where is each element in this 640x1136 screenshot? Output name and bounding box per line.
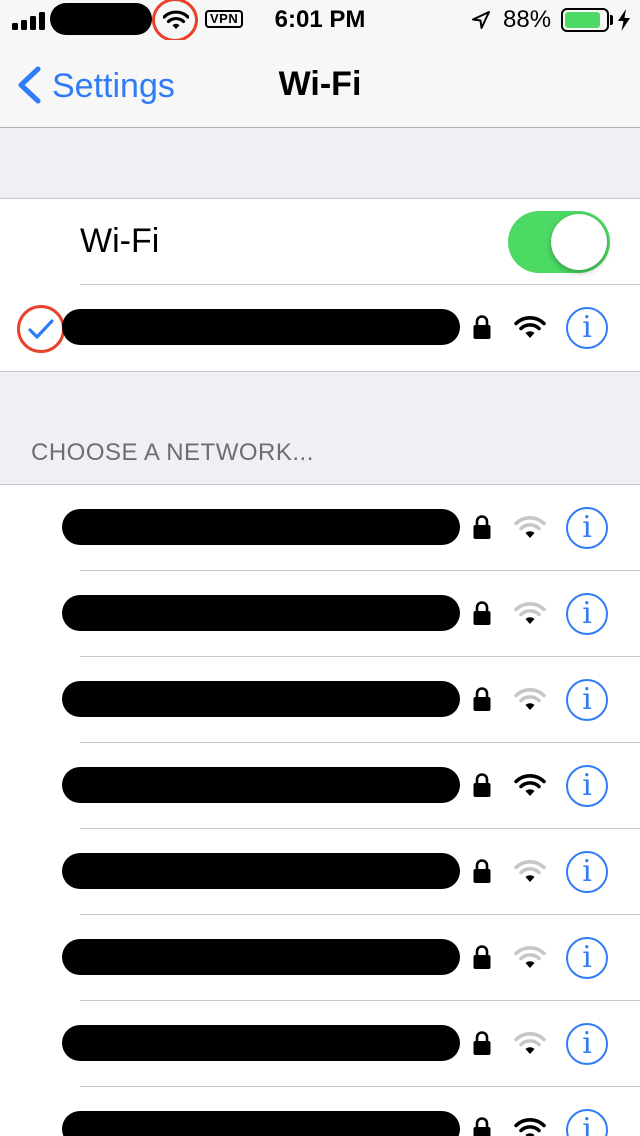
info-button[interactable]: i [566, 593, 608, 635]
choose-network-header: CHOOSE A NETWORK... [31, 439, 314, 466]
network-row[interactable]: i [0, 743, 640, 829]
wifi-signal-icon [514, 774, 546, 796]
wifi-settings-screen: VPN 6:01 PM 88% Settings Wi-Fi Wi-Fi i C… [0, 0, 640, 1136]
network-name-redacted [62, 853, 460, 889]
lock-icon [473, 1117, 491, 1136]
lock-icon [473, 601, 491, 625]
network-name-redacted [62, 767, 460, 803]
wifi-signal-icon [514, 602, 546, 624]
network-name-redacted [62, 309, 460, 345]
battery-icon [561, 8, 609, 32]
info-button[interactable]: i [566, 507, 608, 549]
info-button[interactable]: i [566, 851, 608, 893]
lock-icon [473, 315, 491, 339]
lock-icon [473, 859, 491, 883]
info-button[interactable]: i [566, 1109, 608, 1136]
lock-icon [473, 773, 491, 797]
info-button[interactable]: i [566, 1023, 608, 1065]
wifi-signal-icon [514, 688, 546, 710]
wifi-toggle-switch[interactable] [508, 211, 610, 273]
lock-icon [473, 1031, 491, 1055]
connected-network-row[interactable]: i [0, 285, 640, 371]
wifi-toggle-row: Wi-Fi [0, 199, 640, 285]
page-title: Wi-Fi [278, 65, 362, 103]
network-name-redacted [62, 509, 460, 545]
wifi-signal-icon [514, 1118, 546, 1136]
lock-icon [473, 515, 491, 539]
lock-icon [473, 687, 491, 711]
network-name-redacted [62, 1025, 460, 1061]
highlight-circle [17, 305, 65, 353]
network-name-redacted [62, 1111, 460, 1136]
info-button[interactable]: i [566, 937, 608, 979]
network-row[interactable]: i [0, 571, 640, 657]
wifi-signal-icon [514, 860, 546, 882]
status-bar: VPN 6:01 PM 88% [0, 0, 640, 42]
checkmark-icon [28, 319, 54, 339]
network-row[interactable]: i [0, 829, 640, 915]
network-row[interactable]: i [0, 485, 640, 571]
toggle-knob [551, 214, 607, 270]
charging-bolt-icon [618, 9, 630, 31]
lock-icon [473, 945, 491, 969]
wifi-signal-icon [514, 316, 546, 338]
wifi-toggle-label: Wi-Fi [80, 222, 160, 260]
network-row[interactable]: i [0, 915, 640, 1001]
network-row[interactable]: i [0, 657, 640, 743]
battery-cap [610, 15, 613, 25]
network-name-redacted [62, 681, 460, 717]
wifi-signal-icon [514, 516, 546, 538]
network-name-redacted [62, 595, 460, 631]
wifi-signal-icon [514, 1032, 546, 1054]
info-button[interactable]: i [566, 765, 608, 807]
navigation-bar: Settings Wi-Fi [0, 40, 640, 128]
wifi-signal-icon [514, 946, 546, 968]
network-row[interactable]: i [0, 1087, 640, 1136]
location-arrow-icon [472, 11, 490, 29]
info-button[interactable]: i [566, 307, 608, 349]
network-list: i i i i i i i i [0, 484, 640, 1136]
network-row[interactable]: i [0, 1001, 640, 1087]
info-button[interactable]: i [566, 679, 608, 721]
network-name-redacted [62, 939, 460, 975]
wifi-toggle-group: Wi-Fi i [0, 198, 640, 372]
battery-level-fill [565, 12, 600, 28]
battery-percentage: 88% [503, 6, 552, 33]
